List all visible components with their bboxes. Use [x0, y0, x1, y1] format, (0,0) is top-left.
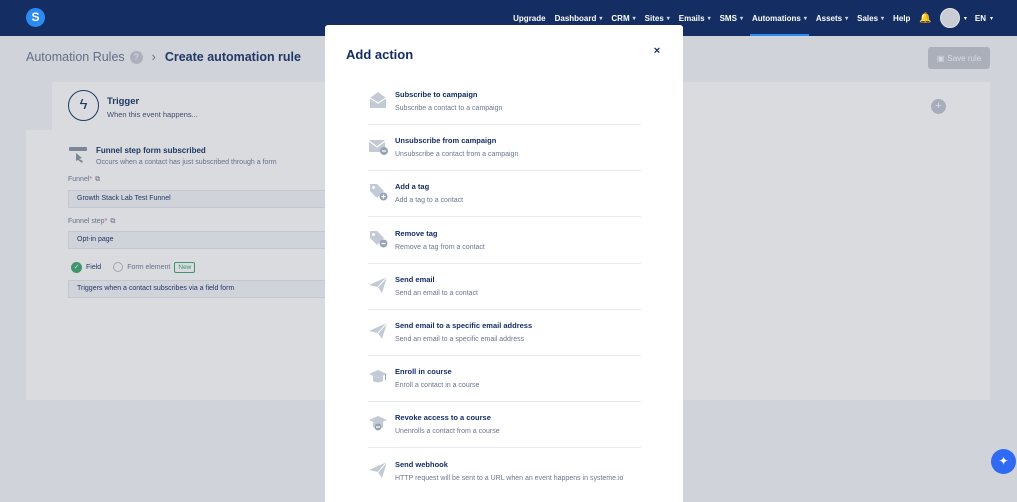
nav-item-automations[interactable]: Automations ▾: [749, 0, 809, 36]
nav-item-sms[interactable]: SMS ▾: [720, 0, 743, 36]
action-title: Subscribe to campaign: [395, 90, 478, 99]
nav-item-label: Emails: [678, 13, 705, 23]
nav-item-label: Assets: [815, 13, 843, 23]
action-subtitle: Add a tag to a contact: [395, 197, 464, 205]
bell-icon[interactable]: 🔔: [919, 13, 931, 24]
action-item-send-webhook[interactable]: Send webhook HTTP request will be sent to…: [368, 449, 641, 502]
action-subtitle: Enroll a contact in a course: [395, 382, 480, 390]
chevron-down-icon: ▾: [881, 15, 885, 22]
chevron-down-icon: ▾: [632, 15, 636, 22]
action-subtitle: Unsubscribe a contact from a campaign: [395, 151, 519, 159]
graduation-cap-minus-icon: [368, 413, 388, 433]
chevron-down-icon: ▾: [803, 15, 807, 22]
nav-item-label: Sales: [857, 13, 879, 23]
action-title: Remove tag: [395, 228, 438, 238]
chevron-down-icon[interactable]: ▾: [964, 15, 967, 22]
chevron-down-icon: ▾: [707, 15, 711, 22]
envelope-minus-icon: [368, 136, 388, 156]
add-action-modal: Add action × Subscribe to campaign Subscr…: [325, 25, 683, 502]
action-title: Send email to a specific email address: [395, 321, 533, 330]
nav-item-sales[interactable]: Sales ▾: [857, 0, 884, 36]
nav-item-label: Dashboard: [554, 13, 597, 23]
action-title: Send email: [395, 274, 435, 284]
chevron-down-icon: ▾: [739, 15, 743, 22]
action-title: Send webhook: [395, 459, 448, 469]
chevron-down-icon: ▾: [666, 15, 670, 22]
nav-item-assets[interactable]: Assets ▾: [816, 0, 848, 36]
action-title: Revoke access to a course: [395, 413, 491, 423]
action-item-send-email-to-a-specific-email-address[interactable]: Send email to a specific email address Se…: [368, 310, 641, 356]
nav-item-help[interactable]: Help: [893, 0, 910, 36]
language-selector[interactable]: EN: [975, 14, 986, 23]
action-title: Unsubscribe from campaign: [395, 136, 497, 146]
action-item-remove-tag[interactable]: Remove tag Remove a tag from a contact: [368, 218, 641, 264]
action-title: Enroll in course: [395, 367, 452, 377]
action-title: Add a tag: [395, 182, 430, 192]
nav-item-label: Sites: [644, 13, 664, 23]
paper-plane-icon: [368, 321, 388, 341]
action-subtitle: Unenrolls a contact from a course: [395, 428, 500, 436]
nav-item-label: Automations: [751, 13, 801, 23]
action-item-send-email[interactable]: Send email Send an email to a contact: [368, 264, 641, 310]
graduation-cap-icon: [368, 367, 388, 387]
action-subtitle: HTTP request will be sent to a URL when …: [395, 474, 624, 482]
action-subtitle: Send an email to a specific email addres…: [395, 336, 525, 343]
action-item-unsubscribe-from-campaign[interactable]: Unsubscribe from campaign Unsubscribe a c…: [368, 125, 641, 172]
nav-item-label: Help: [893, 13, 911, 23]
envelope-open-icon: [368, 90, 388, 110]
chevron-down-icon: ▾: [599, 15, 603, 22]
paper-plane-icon: [368, 275, 388, 295]
action-subtitle: Send an email to a contact: [395, 289, 478, 297]
paper-plane-icon: [368, 460, 388, 480]
chevron-down-icon: ▾: [845, 15, 849, 22]
action-item-enroll-in-course[interactable]: Enroll in course Enroll a contact in a co…: [368, 356, 641, 403]
tag-minus-icon: [368, 229, 388, 249]
chevron-down-icon[interactable]: ▾: [990, 15, 993, 22]
avatar[interactable]: [939, 8, 960, 28]
action-item-add-a-tag[interactable]: Add a tag Add a tag to a contact: [368, 171, 641, 218]
ai-assistant-button[interactable]: ✦: [991, 449, 1016, 474]
nav-item-label: CRM: [611, 13, 630, 23]
tag-plus-icon: [368, 182, 388, 202]
modal-title: Add action: [346, 47, 414, 62]
action-subtitle: Remove a tag from a contact: [395, 243, 485, 251]
action-item-subscribe-to-campaign[interactable]: Subscribe to campaign Subscribe a contact…: [368, 79, 641, 125]
action-subtitle: Subscribe a contact to a campaign: [395, 105, 503, 112]
nav-item-label: SMS: [719, 13, 737, 23]
sparkle-icon: ✦: [998, 454, 1009, 468]
nav-item-label: Upgrade: [513, 13, 546, 23]
close-icon[interactable]: ×: [650, 44, 664, 58]
nav-item-emails[interactable]: Emails ▾: [679, 0, 711, 36]
logo[interactable]: S: [26, 8, 45, 27]
action-item-revoke-access-to-a-course[interactable]: Revoke access to a course Unenrolls a con…: [368, 402, 641, 449]
